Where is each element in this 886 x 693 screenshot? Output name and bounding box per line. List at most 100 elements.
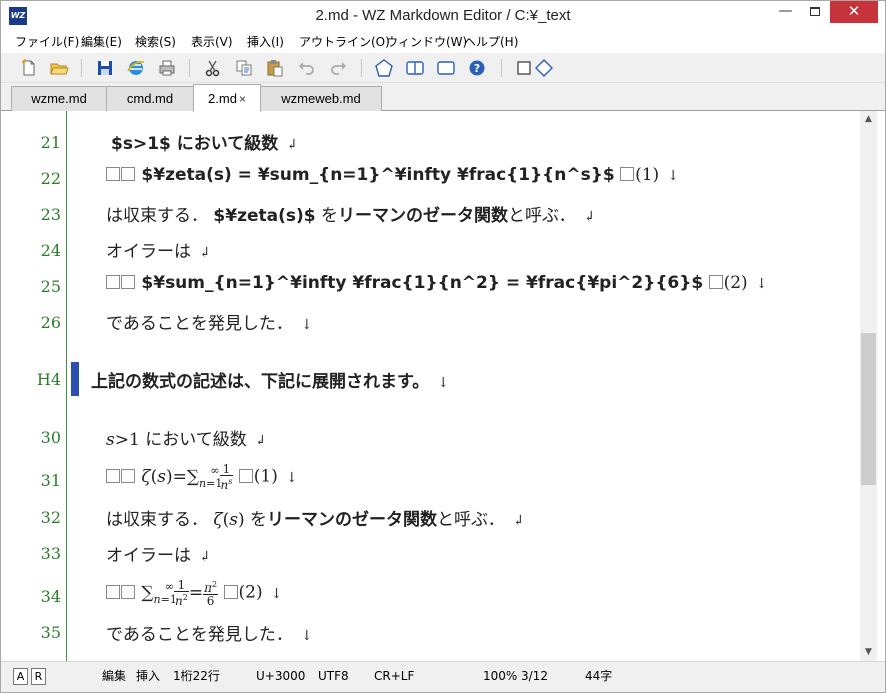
return-mark: ↲ [512,513,525,529]
menu-help[interactable]: ヘルプ(H) [464,31,518,53]
editor-line[interactable]: ζ(s)=∑n=1∞ 1 ns (1) ↓ [106,463,298,491]
vertical-scrollbar[interactable]: ▲ ▼ [860,111,877,661]
tab-2-md[interactable]: 2.md × [193,84,261,112]
line-content: であることを発見した． [106,625,293,645]
editor-line[interactable]: ∑n=1∞ 1 n2 = π2 6 (2) ↓ [106,579,282,607]
status-insert[interactable]: 挿入 [136,662,160,690]
window-title: 2.md - WZ Markdown Editor / C:¥_text [315,7,571,24]
open-folder-icon[interactable] [49,58,69,78]
editor-line[interactable]: は収束する． ζ(s) をリーマンのゼータ関数と呼ぶ． ↲ [106,505,524,530]
menu-view[interactable]: 表示(V) [191,31,233,53]
return-mark: ↲ [583,209,596,225]
editor-line[interactable]: 上記の数式の記述は、下記に展開されます。 ↓ [91,367,449,392]
line-number: 30 [40,428,61,447]
cut-icon[interactable] [203,58,223,78]
fullwidth-space [106,468,120,483]
fullwidth-space [620,167,635,181]
tab-wzme[interactable]: wzme.md [11,86,107,111]
menu-window[interactable]: ウィンドウ(W) [386,31,467,53]
fullwidth-space [238,468,253,483]
status-encoding[interactable]: UTF8 [318,662,349,690]
line-content: $s>1$ において級数 [111,134,279,154]
gutter-divider [66,111,67,661]
editor-line[interactable]: $¥zeta(s) = ¥sum_{n=1}^¥infty ¥frac{1}{n… [106,165,679,185]
window-icon[interactable] [436,58,456,78]
editor-line[interactable]: オイラーは ↲ [106,541,211,566]
save-icon[interactable] [95,58,115,78]
menu-file[interactable]: ファイル(F) [15,31,79,53]
line-content: オイラーは [106,242,191,262]
browser-icon[interactable] [126,58,146,78]
status-position: 1桁22行 [173,669,220,683]
editor-line[interactable]: は収束する． $¥zeta(s)$ をリーマンのゼータ関数と呼ぶ． ↲ [106,201,595,226]
line-content: は収束する． [106,206,208,226]
fullwidth-space [121,275,135,289]
line-number: 22 [40,169,61,188]
tab-wzmeweb[interactable]: wzmeweb.md [260,86,382,111]
status-zoom[interactable]: 100% [483,662,517,690]
close-button[interactable]: ✕ [830,1,878,23]
menu-edit[interactable]: 編集(E) [81,31,122,53]
split-window-icon[interactable] [405,58,425,78]
status-mode: 編集 [102,669,127,683]
status-box-r[interactable]: R [31,668,46,685]
newline-mark: ↓ [300,628,313,644]
rendered-math: ζ(s) [213,510,245,530]
tab-close-icon[interactable]: × [239,92,246,106]
line-number: 26 [40,313,61,332]
app-window: WZ 2.md - WZ Markdown Editor / C:¥_text … [0,0,886,693]
toolbar-separator [361,59,362,77]
fullwidth-space [223,584,238,599]
menu-insert[interactable]: 挿入(I) [247,31,284,53]
pentagon-icon[interactable] [374,58,394,78]
tab-cmd[interactable]: cmd.md [106,86,194,111]
return-mark: ↲ [254,433,267,449]
print-icon[interactable] [157,58,177,78]
equation-number: (2) [238,582,263,603]
new-file-icon[interactable] [19,58,39,78]
copy-icon[interactable] [234,58,254,78]
maximize-icon [809,7,820,16]
scroll-down-icon[interactable]: ▼ [860,644,877,661]
editor-line[interactable]: $s>1$ において級数 ↲ [111,129,298,154]
maximize-button[interactable] [801,1,828,23]
editor-line[interactable]: s>1 において級数 ↲ [106,425,266,450]
diamond-icon[interactable] [534,58,554,78]
minimize-button[interactable]: — [772,1,799,23]
editor-line[interactable]: オイラーは ↲ [106,237,211,262]
newline-mark: ↓ [755,276,768,292]
fullwidth-space [106,275,120,289]
line-number: 21 [40,133,61,152]
editor-line[interactable]: であることを発見した． ↓ [106,620,313,645]
paste-icon[interactable] [265,58,285,78]
status-bar: A R 編集 挿入 1桁22行 U+3000 UTF8 CR+LF 100% 3… [1,661,885,692]
title-bar[interactable]: WZ 2.md - WZ Markdown Editor / C:¥_text … [1,1,885,31]
heading-marker [71,362,79,396]
status-codepoint: U+3000 [256,669,306,683]
status-line-ending[interactable]: CR+LF [374,662,414,690]
menu-search[interactable]: 検索(S) [135,31,176,53]
scroll-up-icon[interactable]: ▲ [860,111,877,128]
newline-mark: ↓ [270,585,283,602]
redo-icon[interactable] [328,58,348,78]
line-content: $¥sum_{n=1}^¥infty ¥frac{1}{n^2} = ¥frac… [141,273,704,293]
bold-term: リーマンのゼータ関数 [337,206,508,226]
scrollbar-thumb[interactable] [861,333,876,485]
math-inline: $¥zeta(s)$ [213,206,316,226]
editor-area[interactable]: 21 $s>1$ において級数 ↲ 22 $¥zeta(s) = ¥sum_{n=… [1,111,885,661]
return-mark: ↲ [199,245,211,261]
editor-line[interactable]: $¥sum_{n=1}^¥infty ¥frac{1}{n^2} = ¥frac… [106,273,767,293]
line-number: 31 [40,471,61,490]
fullwidth-space [121,167,135,181]
line-number: 32 [40,508,61,527]
equation-number: (2) [723,273,748,293]
editor-line[interactable]: であることを発見した． ↓ [106,309,313,334]
help-icon[interactable]: ? [467,58,487,78]
equation-number: (1) [253,466,278,487]
status-box-a[interactable]: A [13,668,28,685]
undo-icon[interactable] [297,58,317,78]
square-icon[interactable] [514,58,534,78]
toolbar: ? [1,53,885,83]
menu-outline[interactable]: アウトライン(O) [299,31,390,53]
line-content: であることを発見した． [106,314,293,334]
